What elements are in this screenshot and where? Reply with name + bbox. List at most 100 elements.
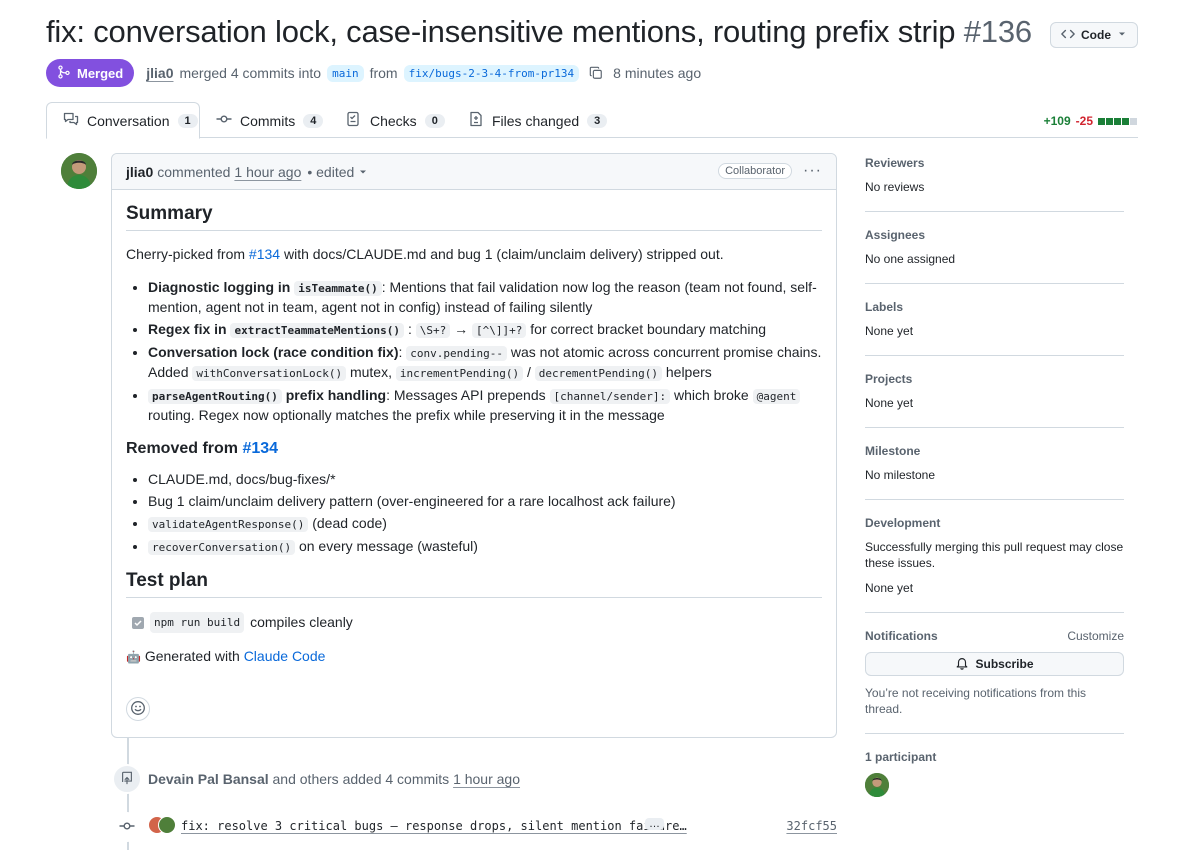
generated-text: Generated with (144, 648, 240, 664)
sidebar-value: No milestone (865, 468, 936, 482)
tab-label: Conversation (87, 112, 170, 129)
tab-counter: 4 (303, 113, 324, 128)
pr-header: fix: conversation lock, case-insensitive… (46, 14, 1146, 58)
commit-row: fix: resolve 3 critical bugs — response … (148, 816, 837, 838)
pr-meta: Merged jlia0 merged 4 commits into main … (46, 59, 701, 87)
notifications-text: You’re not receiving notifications from … (865, 686, 1087, 716)
sidebar-heading: Projects (865, 372, 913, 386)
event-author-link[interactable]: Devain Pal Bansal (148, 771, 269, 787)
base-branch[interactable]: main (327, 64, 364, 82)
tab-label: Checks (370, 112, 417, 129)
head-branch[interactable]: fix/bugs-2-3-4-from-pr134 (403, 64, 580, 82)
commit-sha-link[interactable]: 32fcf55 (786, 819, 837, 833)
inline-code: validateAgentResponse() (148, 517, 309, 532)
inline-code: withConversationLock() (192, 366, 347, 381)
status-badge: Merged (46, 59, 135, 87)
diff-additions: +109 (1043, 114, 1071, 128)
tab-counter: 1 (177, 113, 198, 128)
file-diff-icon (468, 111, 484, 130)
copy-icon[interactable] (589, 66, 603, 80)
test-plan-heading: Test plan (126, 571, 822, 598)
edited-label: • edited (307, 163, 355, 180)
bullet-text: : Messages API prepends (386, 387, 546, 403)
removed-list: CLAUDE.md, docs/bug-fixes/* Bug 1 claim/… (126, 470, 822, 557)
bullet-bold: Regex fix in (148, 321, 227, 337)
tab-commits[interactable]: Commits 4 (200, 102, 339, 139)
diffstat-square (1130, 117, 1137, 125)
add-reaction-button[interactable] (126, 697, 150, 721)
summary-heading: Summary (126, 204, 822, 231)
claude-code-link[interactable]: Claude Code (244, 648, 326, 664)
inline-code: parseAgentRouting() (148, 389, 282, 404)
status-label: Merged (77, 65, 124, 81)
code-button[interactable]: Code (1050, 22, 1138, 48)
sidebar-reviewers[interactable]: Reviewers No reviews (865, 156, 1124, 212)
sidebar-heading: Reviewers (865, 156, 925, 170)
bullet-text: : (398, 344, 403, 360)
inline-code: npm run build (150, 612, 245, 633)
tab-label: Commits (240, 112, 296, 129)
merge-author-link[interactable]: jlia0 (146, 65, 173, 81)
inline-code: [channel/sender]: (549, 389, 671, 404)
inline-code: decrementPending() (534, 366, 662, 381)
sidebar-development[interactable]: Development Successfully merging this pu… (865, 516, 1124, 613)
commit-author-avatars[interactable] (148, 816, 176, 834)
sidebar-labels[interactable]: Labels None yet (865, 300, 1124, 356)
participant-avatar[interactable] (865, 773, 889, 797)
tab-files-changed[interactable]: Files changed 3 (452, 102, 623, 139)
bullet-text: routing. Regex now optionally matches th… (148, 407, 665, 423)
sidebar-projects[interactable]: Projects None yet (865, 372, 1124, 428)
summary-list: Diagnostic logging in isTeammate(): Ment… (126, 278, 822, 425)
comment-timestamp-link[interactable]: 1 hour ago (234, 164, 301, 180)
sidebar-assignees[interactable]: Assignees No one assigned (865, 228, 1124, 284)
list-item: CLAUDE.md, docs/bug-fixes/* (148, 470, 822, 489)
edited-dropdown[interactable]: • edited (307, 164, 368, 180)
inline-code: conv.pending-- (406, 346, 507, 361)
timeline-push-badge (112, 764, 142, 794)
avatar[interactable] (61, 153, 97, 189)
pr-tabs: Conversation 1 Commits 4 Checks 0 Files … (46, 102, 1138, 139)
code-icon (1061, 27, 1075, 44)
summary-intro: Cherry-picked from #134 with docs/CLAUDE… (126, 245, 822, 264)
tab-counter: 3 (587, 113, 608, 128)
sidebar-value: No one assigned (865, 252, 956, 266)
customize-link[interactable]: Customize (1067, 629, 1124, 643)
sidebar-notifications: Notifications Customize Subscribe You’re… (865, 629, 1124, 734)
bullet-bold: Conversation lock (race condition fix) (148, 344, 399, 360)
sidebar-value: None yet (865, 324, 914, 338)
subscribe-label: Subscribe (975, 657, 1034, 671)
inline-code: isTeammate() (294, 281, 382, 296)
bullet-text: helpers (665, 364, 712, 380)
timeline-event: Devain Pal Bansal and others added 4 com… (148, 771, 520, 787)
comment-action: commented (157, 163, 231, 180)
diffstat-square (1106, 117, 1113, 125)
checkbox-checked (132, 616, 144, 629)
bullet-text: which broke (674, 387, 749, 403)
bell-icon (955, 656, 969, 673)
timeline-commit-badge (112, 812, 142, 842)
sidebar-milestone[interactable]: Milestone No milestone (865, 444, 1124, 500)
ellipsis-button[interactable]: … (645, 818, 664, 830)
tab-checks[interactable]: Checks 0 (330, 102, 461, 139)
subscribe-button[interactable]: Subscribe (865, 652, 1124, 676)
task-text: compiles cleanly (250, 614, 353, 630)
merge-time: 8 minutes ago (613, 65, 702, 81)
commit-message-link[interactable]: fix: resolve 3 critical bugs — response … (181, 819, 687, 833)
commit-icon (216, 111, 232, 130)
pr-134-link[interactable]: #134 (249, 246, 280, 262)
avatar (158, 816, 176, 834)
pr-description-comment: jlia0 commented 1 hour ago • edited Coll… (111, 153, 837, 738)
comment-author-link[interactable]: jlia0 (126, 164, 153, 180)
inline-code: recoverConversation() (148, 540, 296, 555)
inline-code: \S+? (415, 323, 451, 338)
code-button-label: Code (1081, 28, 1111, 42)
pr-134-link[interactable]: #134 (242, 440, 278, 457)
list-item: Bug 1 claim/unclaim delivery pattern (ov… (148, 492, 822, 511)
diffstat: +109 -25 (1044, 114, 1138, 128)
bullet-text: : (407, 321, 412, 337)
kebab-horizontal-icon[interactable]: ··· (803, 162, 822, 180)
commit-icon (119, 818, 135, 837)
event-timestamp-link[interactable]: 1 hour ago (453, 771, 520, 787)
tab-conversation[interactable]: Conversation 1 (46, 102, 200, 139)
role-badge: Collaborator (718, 163, 792, 179)
